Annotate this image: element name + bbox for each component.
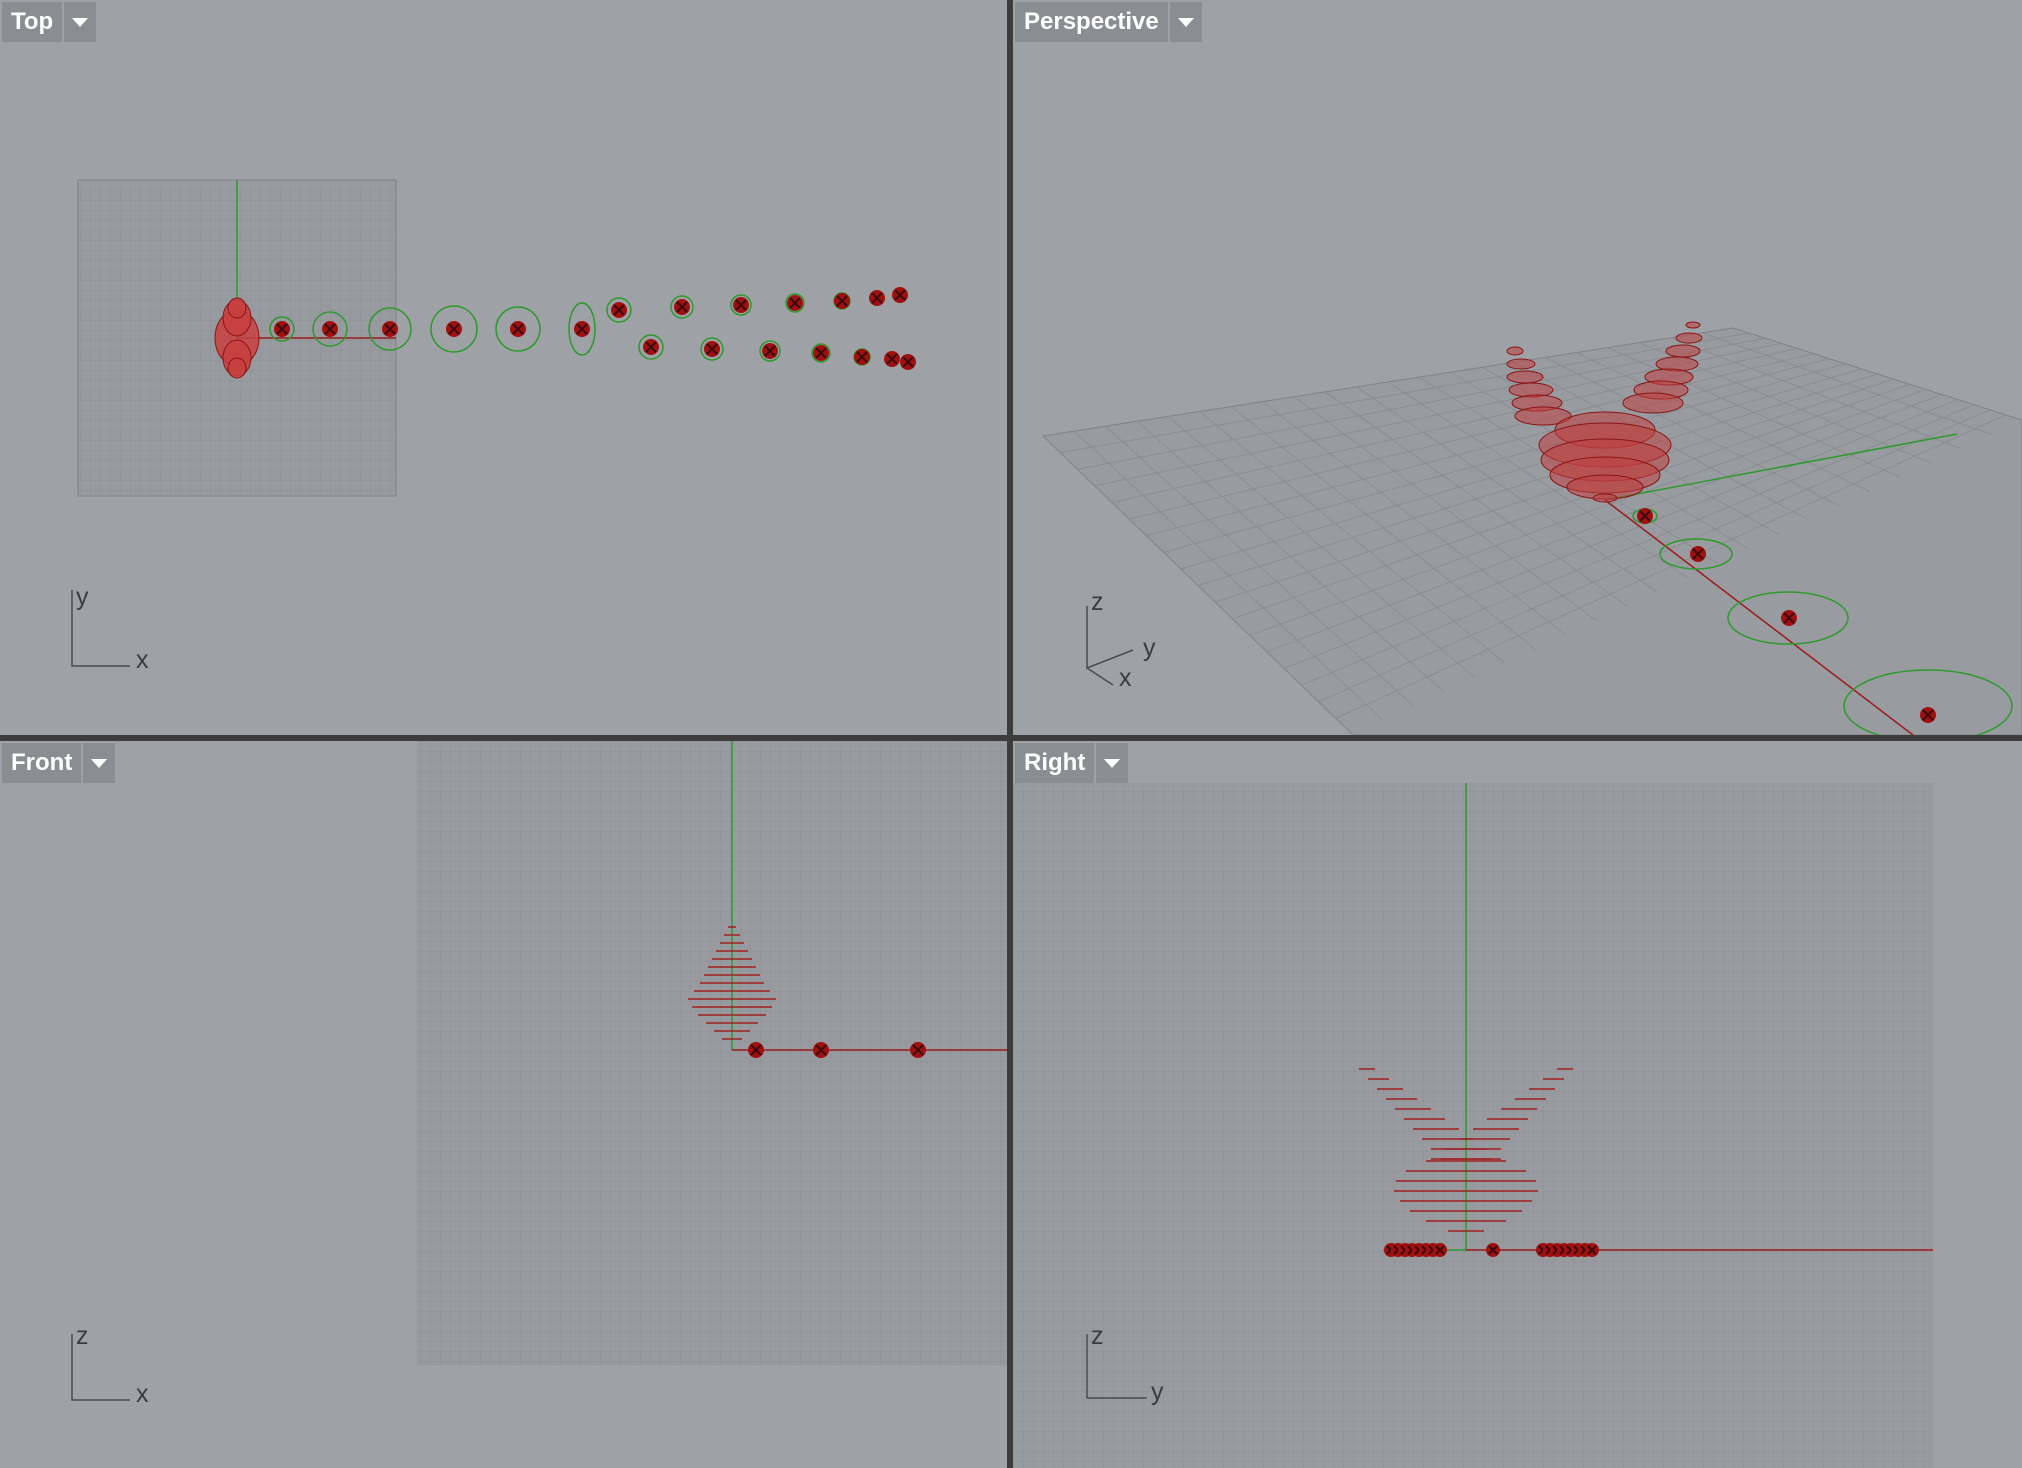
- viewport-front[interactable]: z x Front: [0, 741, 1007, 1468]
- viewport-title[interactable]: Front: [2, 743, 82, 783]
- svg-text:x: x: [136, 646, 149, 674]
- svg-text:z: z: [1091, 1322, 1104, 1350]
- svg-text:y: y: [1143, 634, 1156, 662]
- svg-text:x: x: [136, 1380, 149, 1408]
- svg-text:y: y: [76, 583, 89, 611]
- chevron-down-icon[interactable]: [83, 743, 116, 783]
- viewport-right[interactable]: z y Right: [1013, 741, 2022, 1468]
- viewport-top-label[interactable]: Top: [2, 2, 97, 42]
- chevron-down-icon[interactable]: [64, 2, 97, 42]
- right-scene: z y: [1013, 783, 1933, 1468]
- front-axis-indicator: z x: [71, 1322, 149, 1408]
- top-axis-indicator: y x: [71, 583, 149, 674]
- viewport-perspective[interactable]: z y x Perspective: [1013, 0, 2022, 735]
- perspective-scene: z y x: [1041, 321, 2022, 735]
- perspective-axis-indicator: z y x: [1086, 588, 1156, 692]
- viewport-title[interactable]: Right: [1015, 743, 1095, 783]
- viewport-front-label[interactable]: Front: [2, 743, 116, 783]
- viewport-title[interactable]: Perspective: [1015, 2, 1168, 42]
- svg-text:x: x: [1119, 664, 1132, 692]
- svg-text:z: z: [1091, 588, 1104, 616]
- chevron-down-icon[interactable]: [1169, 2, 1202, 42]
- viewport-perspective-label[interactable]: Perspective: [1015, 2, 1202, 42]
- svg-text:y: y: [1151, 1378, 1164, 1406]
- viewport-title[interactable]: Top: [2, 2, 63, 42]
- viewport-right-label[interactable]: Right: [1015, 743, 1129, 783]
- front-scene: z x: [71, 741, 1007, 1408]
- top-scene: y x: [71, 179, 917, 674]
- viewport-top[interactable]: y x Top: [0, 0, 1007, 735]
- right-markers: [1383, 1242, 1600, 1258]
- svg-text:z: z: [76, 1322, 89, 1350]
- chevron-down-icon[interactable]: [1096, 743, 1129, 783]
